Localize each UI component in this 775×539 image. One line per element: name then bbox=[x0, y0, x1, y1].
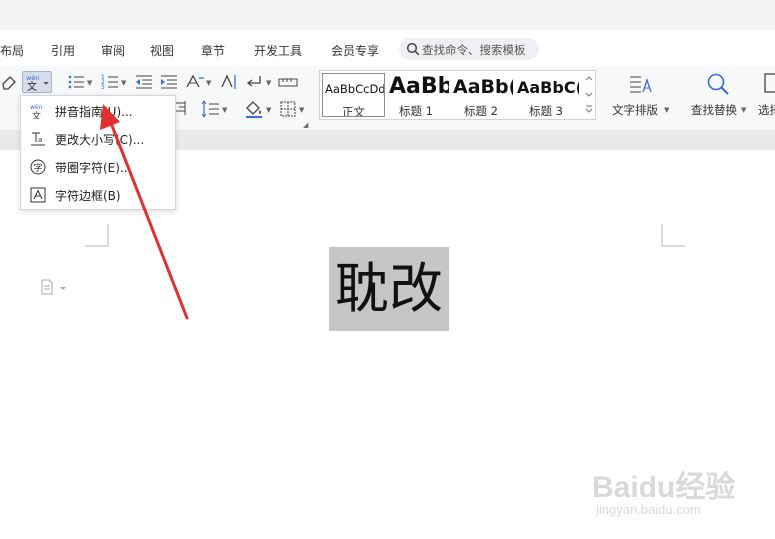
svg-text:wén: wén bbox=[26, 74, 39, 82]
chinese-layout-button[interactable] bbox=[184, 72, 206, 92]
menu-item-label: 字符边框(B) bbox=[55, 189, 121, 203]
chinese-layout-icon bbox=[186, 74, 204, 88]
chevron-down-icon[interactable]: ▼ bbox=[266, 106, 271, 114]
borders-button[interactable] bbox=[277, 99, 299, 119]
bullet-list-icon bbox=[68, 75, 84, 89]
menu-bar: 布局 引用 审阅 视图 章节 开发工具 会员专享 bbox=[0, 30, 775, 66]
line-break-button[interactable] bbox=[244, 72, 266, 92]
gallery-scroll-icon[interactable] bbox=[585, 74, 593, 116]
chevron-down-icon[interactable]: ▼ bbox=[206, 79, 211, 87]
page-margin-corner-top-right bbox=[661, 224, 685, 247]
style-heading-3[interactable]: AaBbC( 标题 3 bbox=[515, 73, 579, 117]
char-border-icon bbox=[30, 187, 46, 203]
line-spacing-button[interactable] bbox=[200, 99, 222, 119]
clear-format-button[interactable] bbox=[0, 72, 22, 92]
svg-text:3: 3 bbox=[101, 84, 105, 91]
tab-layout[interactable]: 布局 bbox=[0, 42, 24, 59]
eraser-icon bbox=[2, 76, 16, 90]
select-button[interactable] bbox=[764, 72, 775, 98]
style-gallery: AaBbCcDd 正文 AaBb 标题 1 AaBb( 标题 2 AaBbC( … bbox=[319, 70, 596, 120]
svg-text:文: 文 bbox=[27, 80, 37, 92]
style-sample: AaBb bbox=[389, 74, 449, 99]
search-icon bbox=[406, 42, 420, 56]
watermark-url: jingyan.baidu.com bbox=[596, 502, 701, 517]
text-direction-button[interactable] bbox=[218, 72, 240, 92]
svg-text:文: 文 bbox=[32, 110, 41, 119]
indent-icon bbox=[161, 75, 177, 89]
pinyin-dropdown-menu: wén 文 拼音指南(U)... a 更改大小写(C)... 字 带圈字符(E)… bbox=[20, 95, 176, 210]
tab-chapter[interactable]: 章节 bbox=[201, 42, 225, 59]
tab-view[interactable]: 视图 bbox=[150, 42, 174, 59]
style-sample: AaBb( bbox=[453, 76, 513, 98]
tab-developer[interactable]: 开发工具 bbox=[254, 42, 302, 59]
pinyin-icon: wén 文 bbox=[26, 74, 49, 93]
select-label[interactable]: 选择 bbox=[758, 102, 775, 118]
style-heading-1[interactable]: AaBb 标题 1 bbox=[387, 73, 449, 117]
find-replace-label[interactable]: 查找替换 bbox=[691, 102, 737, 118]
change-case-icon: a bbox=[31, 132, 45, 146]
chevron-down-icon[interactable]: ▼ bbox=[664, 106, 669, 114]
select-icon bbox=[764, 73, 775, 93]
chevron-down-icon[interactable]: ▼ bbox=[741, 106, 746, 114]
svg-text:a: a bbox=[38, 136, 42, 144]
title-bar bbox=[0, 0, 775, 30]
style-name: 标题 1 bbox=[399, 104, 433, 117]
bullet-list-button[interactable] bbox=[66, 72, 88, 92]
paragraph-handle-icon[interactable] bbox=[40, 279, 70, 297]
tab-references[interactable]: 引用 bbox=[51, 42, 75, 59]
menu-item-change-case[interactable]: a 更改大小写(C)... bbox=[22, 126, 174, 152]
magnifier-icon bbox=[707, 73, 729, 95]
text-layout-label[interactable]: 文字排版 bbox=[612, 102, 658, 118]
selected-document-text[interactable]: 耽改 bbox=[329, 247, 449, 331]
pinyin-icon: wén 文 bbox=[30, 104, 43, 119]
paragraph-settings-launcher-icon[interactable]: ◢ bbox=[303, 121, 308, 129]
text-direction-icon bbox=[221, 74, 236, 89]
numbered-list-icon: 123 bbox=[101, 74, 118, 91]
outdent-icon bbox=[136, 75, 152, 89]
style-name: 标题 3 bbox=[529, 104, 563, 117]
command-search[interactable]: 查找命令、搜索模板 bbox=[399, 38, 539, 60]
text-layout-button[interactable] bbox=[627, 72, 655, 98]
ruler-icon bbox=[278, 78, 298, 87]
style-name: 标题 2 bbox=[464, 104, 498, 117]
search-placeholder: 查找命令、搜索模板 bbox=[422, 43, 526, 57]
menu-item-label: 带圈字符(E)... bbox=[55, 161, 132, 175]
chevron-down-icon[interactable]: ▼ bbox=[266, 79, 271, 87]
tab-member[interactable]: 会员专享 bbox=[331, 42, 379, 59]
chevron-down-icon[interactable]: ▼ bbox=[299, 106, 304, 114]
menu-item-enclosed-characters[interactable]: 字 带圈字符(E)... bbox=[22, 154, 174, 180]
pinyin-guide-button[interactable]: wén 文 bbox=[22, 71, 52, 93]
numbered-list-button[interactable]: 123 bbox=[100, 72, 122, 92]
style-name: 正文 bbox=[342, 105, 365, 117]
style-normal[interactable]: AaBbCcDd 正文 bbox=[322, 73, 385, 117]
enclosed-char-icon: 字 bbox=[30, 159, 46, 175]
chevron-down-icon[interactable]: ▼ bbox=[222, 106, 227, 114]
menu-item-character-border[interactable]: 字符边框(B) bbox=[22, 182, 174, 208]
line-spacing-icon bbox=[201, 100, 219, 118]
style-heading-2[interactable]: AaBb( 标题 2 bbox=[451, 73, 513, 117]
increase-indent-button[interactable] bbox=[158, 72, 180, 92]
find-replace-button[interactable] bbox=[705, 71, 731, 97]
svg-text:wén: wén bbox=[30, 104, 43, 111]
shading-button[interactable] bbox=[243, 99, 265, 119]
line-break-icon bbox=[246, 76, 261, 87]
watermark: Baidu经验 jingyan.baidu.com bbox=[592, 462, 742, 524]
watermark-logo: Baidu经验 bbox=[592, 471, 736, 504]
page-margin-corner-top-left bbox=[85, 224, 109, 247]
chevron-down-icon[interactable]: ▼ bbox=[121, 79, 126, 87]
paint-bucket-icon bbox=[246, 101, 262, 118]
menu-item-label: 拼音指南(U)... bbox=[55, 105, 133, 119]
menu-item-pinyin-guide[interactable]: wén 文 拼音指南(U)... bbox=[22, 98, 174, 124]
svg-text:字: 字 bbox=[34, 162, 43, 174]
menu-item-label: 更改大小写(C)... bbox=[55, 133, 145, 147]
decrease-indent-button[interactable] bbox=[133, 72, 155, 92]
chevron-down-icon[interactable]: ▼ bbox=[87, 79, 92, 87]
style-sample: AaBbCcDd bbox=[325, 82, 385, 96]
distributed-align-button[interactable] bbox=[277, 72, 299, 92]
text-layout-icon bbox=[630, 76, 652, 93]
style-sample: AaBbC( bbox=[517, 78, 579, 97]
tab-review[interactable]: 审阅 bbox=[101, 42, 125, 59]
border-icon bbox=[280, 101, 296, 117]
